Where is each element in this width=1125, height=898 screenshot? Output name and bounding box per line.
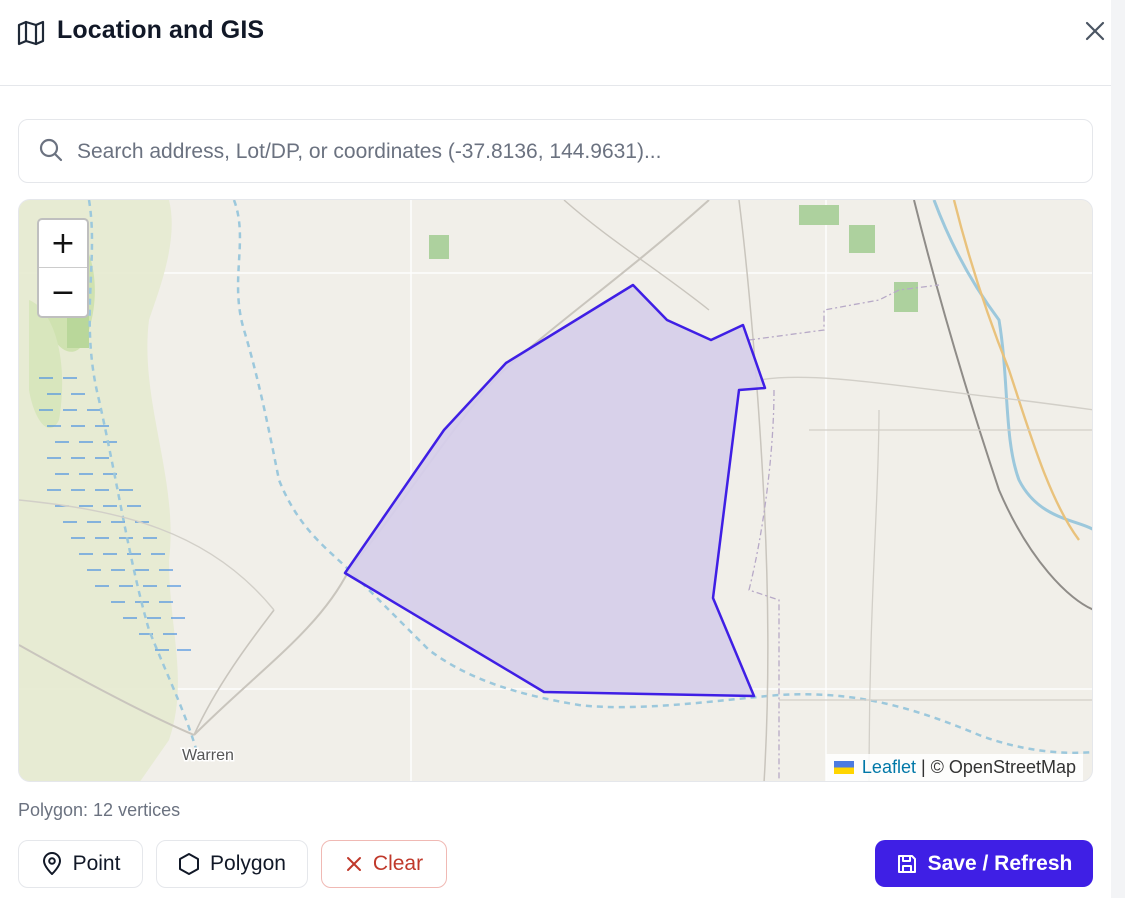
map-pin-icon <box>42 852 61 875</box>
osm-copyright: © OpenStreetMap <box>930 757 1076 777</box>
search-icon <box>39 138 63 162</box>
clear-button[interactable]: Clear <box>321 840 447 888</box>
clear-button-label: Clear <box>372 852 424 875</box>
close-icon[interactable] <box>1081 17 1109 45</box>
zoom-in-button[interactable]: + <box>39 220 87 268</box>
map-tiles: Warren <box>19 200 1092 781</box>
ukraine-flag-icon <box>833 761 854 774</box>
polygon-status: Polygon: 12 vertices <box>18 800 181 820</box>
scrollbar-track[interactable] <box>1111 0 1125 898</box>
map-icon <box>17 20 45 46</box>
attribution-separator: | <box>920 757 926 777</box>
point-button[interactable]: Point <box>18 840 143 888</box>
save-refresh-button[interactable]: Save / Refresh <box>875 840 1093 887</box>
leaflet-link[interactable]: Leaflet <box>862 757 916 778</box>
save-icon <box>897 854 916 873</box>
x-icon <box>346 857 361 871</box>
modal-title: Location and GIS <box>57 16 265 44</box>
save-button-label: Save / Refresh <box>927 851 1073 875</box>
point-button-label: Point <box>72 852 121 875</box>
map-view[interactable]: Warren + − Leaflet | © OpenStreetMap <box>18 199 1093 782</box>
hexagon-icon <box>179 853 200 875</box>
polygon-button[interactable]: Polygon <box>156 840 308 888</box>
search-bar <box>18 119 1093 183</box>
search-input[interactable] <box>77 132 1077 172</box>
modal-header: Location and GIS <box>0 0 1111 86</box>
map-attribution: Leaflet | © OpenStreetMap <box>825 754 1083 781</box>
place-label-warren: Warren <box>182 747 234 764</box>
zoom-control: + − <box>37 218 89 318</box>
polygon-button-label: Polygon <box>210 852 286 875</box>
zoom-out-button[interactable]: − <box>39 268 87 316</box>
location-gis-modal: Location and GIS Search address, Lot/DP,… <box>0 0 1125 898</box>
